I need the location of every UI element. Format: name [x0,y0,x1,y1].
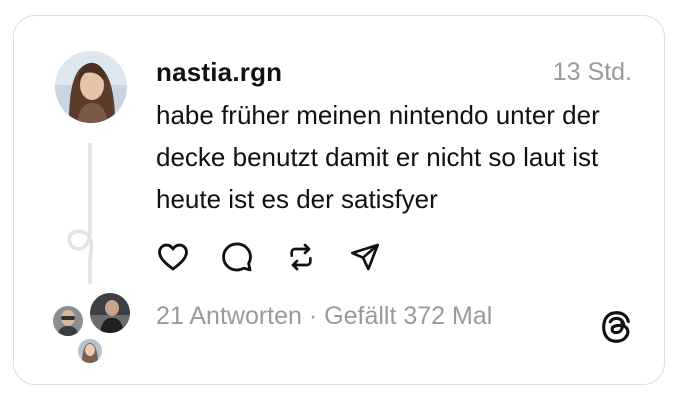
share-button[interactable] [346,238,384,276]
post-card[interactable]: nastia.rgn 13 Std. habe früher meinen ni… [13,15,665,385]
thread-line [67,143,94,285]
author-avatar[interactable] [55,51,127,123]
like-button[interactable] [154,238,192,276]
threads-logo-icon[interactable] [598,309,634,345]
post-stats: 21 Antworten · Gefällt 372 Mal [156,302,492,331]
stats-separator: · [301,302,325,330]
replier-avatar[interactable] [88,291,132,335]
repost-icon [290,243,312,271]
replies-count[interactable]: 21 Antworten [156,302,302,330]
post-timestamp: 13 Std. [552,58,632,86]
likes-count[interactable]: Gefällt 372 Mal [324,302,492,330]
send-icon [351,243,379,271]
post-text: habe früher meinen nintendo unter der de… [156,100,600,214]
replier-avatar[interactable] [76,337,104,365]
author-username[interactable]: nastia.rgn [156,57,282,88]
comment-icon [222,242,252,272]
repost-button[interactable] [282,238,320,276]
replier-avatar[interactable] [51,304,85,338]
heart-icon [158,243,188,271]
reply-button[interactable] [218,238,256,276]
